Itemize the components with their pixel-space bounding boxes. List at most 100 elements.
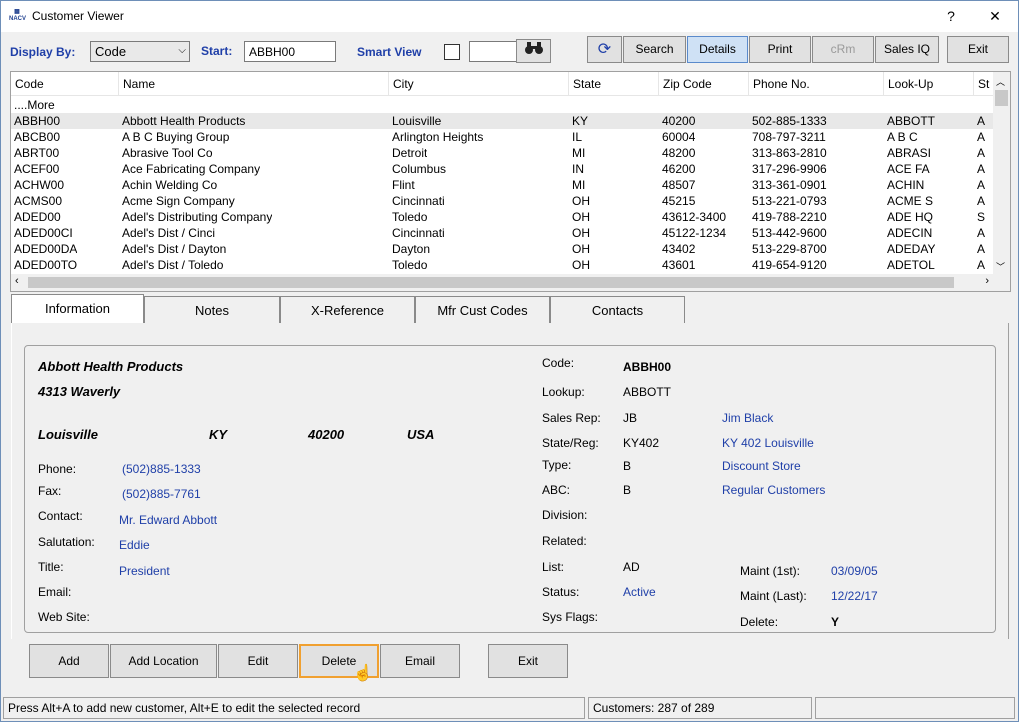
table-row[interactable]: ACEF00 Ace Fabricating Company Columbus IN 4… [11, 161, 995, 177]
cell-status: S [977, 210, 986, 224]
exit-button[interactable]: Exit [488, 644, 568, 678]
cell-city: Dayton [392, 242, 431, 256]
state-reg-name: KY 402 Louisville [722, 436, 814, 450]
cell-city: Flint [392, 178, 415, 192]
sales-iq-button[interactable]: Sales IQ [875, 36, 939, 63]
cell-code: ABRT00 [14, 146, 60, 160]
company-name: Abbott Health Products [38, 359, 184, 374]
cell-lookup: ADECIN [887, 226, 933, 240]
table-row[interactable]: ABCB00 A B C Buying Group Arlington Height… [11, 129, 995, 145]
search-button[interactable]: Search [623, 36, 686, 63]
scroll-left-icon[interactable]: ‹ [15, 275, 19, 287]
cell-name: A B C Buying Group [122, 130, 230, 144]
customer-grid[interactable]: Code Name City State Zip Code Phone No. … [10, 71, 1011, 292]
smart-view-checkbox[interactable] [444, 44, 460, 60]
contact-label: Contact: [38, 509, 83, 523]
column-header-phone[interactable]: Phone No. [749, 72, 884, 96]
cell-city: Cincinnati [392, 226, 445, 240]
cell-zip: 40200 [662, 114, 696, 128]
email-button[interactable]: Email [380, 644, 460, 678]
column-header-city[interactable]: City [389, 72, 569, 96]
tab-information[interactable]: Information [11, 294, 144, 323]
table-row[interactable]: ADED00CI Adel's Dist / Cinci Cincinnati OH 4… [11, 225, 995, 241]
column-header-status[interactable]: St [974, 72, 995, 96]
cell-state: IN [572, 162, 584, 176]
horizontal-scrollbar[interactable]: ‹ › [11, 274, 1010, 291]
start-input[interactable]: ABBH00 [244, 41, 336, 62]
cell-phone: 502-885-1333 [752, 114, 827, 128]
customer-count: Customers: 287 of 289 [588, 697, 812, 719]
cell-zip: 45215 [662, 194, 696, 208]
column-header-name[interactable]: Name [119, 72, 389, 96]
help-button[interactable]: ? [931, 5, 971, 29]
delete-flag-value: Y [831, 615, 840, 629]
smart-view-label: Smart View [357, 45, 422, 59]
horizontal-scroll-thumb[interactable] [28, 277, 954, 288]
crm-button[interactable]: cRm [812, 36, 874, 63]
close-window-button[interactable]: ✕ [975, 5, 1015, 29]
cell-code: ACEF00 [14, 162, 60, 176]
tab-notes[interactable]: Notes [144, 296, 280, 324]
cell-lookup: ABBOTT [887, 114, 936, 128]
details-button[interactable]: Details [687, 36, 748, 63]
state: KY [209, 427, 228, 442]
scroll-up-icon[interactable]: ︿ [996, 75, 1005, 88]
cell-state: KY [572, 114, 589, 128]
scroll-down-icon[interactable]: ﹀ [996, 260, 1005, 273]
table-row[interactable]: ADED00DA Adel's Dist / Dayton Dayton OH 4340… [11, 241, 995, 257]
table-row[interactable]: ACHW00 Achin Welding Co Flint MI 48507 313-36… [11, 177, 995, 193]
cell-state: OH [572, 194, 590, 208]
scroll-right-icon[interactable]: › [985, 275, 989, 287]
phone-label: Phone: [38, 462, 77, 476]
cell-phone: 513-442-9600 [752, 226, 827, 240]
cell-phone: 313-863-2810 [752, 146, 827, 160]
add-button[interactable]: Add [29, 644, 109, 678]
email-label: Email: [38, 585, 72, 599]
binoculars-button[interactable] [516, 39, 551, 63]
lookup-value: ABBOTT [623, 385, 672, 399]
cell-state: OH [572, 258, 590, 272]
website-label: Web Site: [38, 610, 90, 624]
lookup-label: Lookup: [542, 385, 585, 399]
cell-state: OH [572, 210, 590, 224]
vertical-scrollbar[interactable]: ︿ ﹀ [993, 72, 1010, 275]
table-row[interactable]: ADED00 Adel's Distributing Company Toledo O… [11, 209, 995, 225]
maint-first-label: Maint (1st): [740, 564, 801, 578]
status-label: Status: [542, 585, 580, 599]
edit-button[interactable]: Edit [218, 644, 298, 678]
refresh-button[interactable]: ⟳ [587, 36, 622, 63]
window-title: Customer Viewer [32, 9, 124, 23]
table-row[interactable]: ABRT00 Abrasive Tool Co Detroit MI 48200 313-… [11, 145, 995, 161]
cell-name: Ace Fabricating Company [122, 162, 261, 176]
add-location-button[interactable]: Add Location [110, 644, 217, 678]
table-row[interactable]: ACMS00 Acme Sign Company Cincinnati OH 45215… [11, 193, 995, 209]
cell-city: Columbus [392, 162, 447, 176]
cell-name: Abbott Health Products [122, 114, 246, 128]
column-header-code[interactable]: Code [11, 72, 119, 96]
vertical-scroll-thumb[interactable] [995, 90, 1008, 106]
fax-value: (502)885-7761 [122, 487, 201, 501]
table-row[interactable]: ADED00TO Adel's Dist / Toledo Toledo OH 4360… [11, 257, 995, 273]
column-header-zip[interactable]: Zip Code [659, 72, 749, 96]
cell-city: Arlington Heights [392, 130, 484, 144]
app-logo-icon: ▦ NACV [9, 9, 27, 22]
cell-zip: 46200 [662, 162, 696, 176]
more-row[interactable]: ....More [11, 97, 995, 113]
customer-viewer-window: ▦ NACV Customer Viewer ? ✕ Display By: Co… [0, 0, 1019, 722]
cell-city: Cincinnati [392, 194, 445, 208]
tab-mfr-cust-codes[interactable]: Mfr Cust Codes [415, 296, 550, 324]
list-label: List: [542, 560, 565, 574]
cell-state: IL [572, 130, 583, 144]
column-header-lookup[interactable]: Look-Up [884, 72, 974, 96]
table-row[interactable]: ABBH00 Abbott Health Products Louisville KY… [11, 113, 995, 129]
smart-view-input[interactable] [469, 41, 517, 62]
cell-phone: 313-361-0901 [752, 178, 827, 192]
tab-x-reference[interactable]: X-Reference [280, 296, 415, 324]
print-button[interactable]: Print [749, 36, 811, 63]
tab-contacts[interactable]: Contacts [550, 296, 685, 324]
cell-code: ACHW00 [14, 178, 65, 192]
display-by-select[interactable]: Code ⌵ [90, 41, 190, 62]
status-value: Active [623, 585, 656, 599]
column-header-state[interactable]: State [569, 72, 659, 96]
exit-toolbar-button[interactable]: Exit [947, 36, 1009, 63]
